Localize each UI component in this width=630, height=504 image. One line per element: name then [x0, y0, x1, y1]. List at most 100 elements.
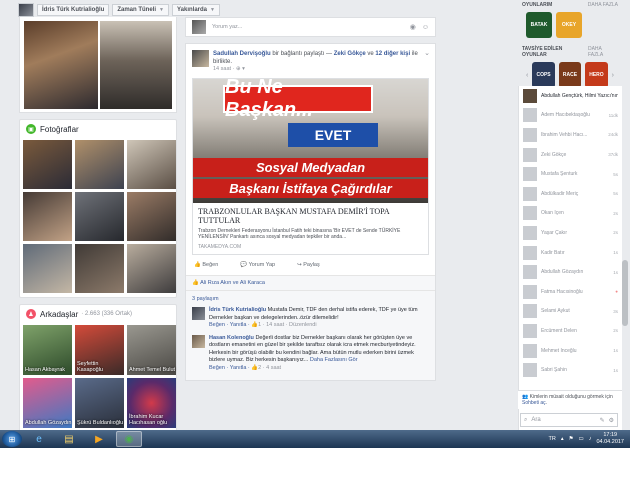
- profile-avatar-small[interactable]: [18, 2, 34, 17]
- contact-row[interactable]: Adem Hacıbektaşoğlu 11dk: [519, 106, 622, 126]
- network-icon[interactable]: ▭: [579, 436, 584, 442]
- share-button[interactable]: ↪ Paylaş: [297, 262, 320, 268]
- featured-photo[interactable]: [100, 21, 172, 109]
- post-time[interactable]: 14 saat: [213, 66, 231, 72]
- game-icon[interactable]: BATAK: [526, 12, 552, 38]
- start-button[interactable]: ⊞: [2, 431, 22, 447]
- photos-icon: ▣: [26, 124, 36, 134]
- avatar: [523, 323, 537, 338]
- avatar[interactable]: [192, 334, 205, 348]
- contact-row[interactable]: Yaşar Çakır 2s: [519, 223, 622, 243]
- contact-row[interactable]: Kadir Batır 1s: [519, 243, 622, 263]
- comment-like-reply[interactable]: Beğen · Yanıtla ·: [209, 365, 251, 371]
- share-count[interactable]: 3 paylaşım: [192, 294, 429, 307]
- ie-icon[interactable]: e: [26, 431, 52, 447]
- friend-tile[interactable]: İbrahim Kucar Hacıhasan oğlu: [127, 378, 176, 428]
- featured-photo[interactable]: [24, 21, 98, 109]
- chat-search-input[interactable]: ⌕ Ara ✎ ⚙: [520, 413, 618, 427]
- friend-tile[interactable]: Ahmet Temel Bulut: [127, 325, 176, 375]
- game-icon[interactable]: COPS: [532, 62, 555, 88]
- chevron-left-icon[interactable]: ‹: [526, 72, 528, 79]
- author-name[interactable]: Sadullah Dervişoğlu: [213, 51, 271, 57]
- comment-button[interactable]: 💬 Yorum Yap: [240, 262, 275, 268]
- post-byline: Sadullah Dervişoğlu bir bağlantı paylaşt…: [213, 50, 429, 66]
- scrollbar[interactable]: [622, 260, 628, 326]
- profile-name-link[interactable]: İdris Türk Kutrialioğlu: [37, 3, 110, 16]
- tagged-others[interactable]: 12 diğer kişi: [375, 51, 410, 57]
- volume-icon[interactable]: ♪: [589, 436, 592, 442]
- friend-tile[interactable]: Şükrü Buldanlıoğlu: [75, 378, 124, 428]
- chevron-up-icon[interactable]: ▴: [561, 436, 564, 442]
- tagged-friend[interactable]: Zeki Gökçe: [334, 51, 366, 57]
- photo-thumb[interactable]: [23, 244, 72, 293]
- photo-thumb[interactable]: [23, 192, 72, 241]
- contact-row[interactable]: Ercüment Delen 2s: [519, 321, 622, 341]
- see-more-link[interactable]: Daha Fazlasını Gör: [310, 357, 358, 363]
- photo-thumb[interactable]: [127, 140, 176, 189]
- privacy-icon[interactable]: · ⊕ ▾: [233, 66, 245, 72]
- camera-icon[interactable]: ◉: [410, 23, 416, 31]
- contact-row[interactable]: Abdullah Gençtürk, Hilmi Yazıcı'nın gönd…: [519, 86, 622, 106]
- photo-thumb[interactable]: [75, 140, 124, 189]
- contact-time: 24dk: [608, 132, 618, 138]
- shared-link[interactable]: Bu Ne Başkan... EVET Sosyal Medyadan Baş…: [192, 78, 429, 255]
- contact-time: 1s: [613, 250, 618, 256]
- photo-thumb[interactable]: [127, 192, 176, 241]
- comment-author[interactable]: İdris Türk Kutrialioğlu: [209, 307, 266, 313]
- chrome-icon[interactable]: ◉: [116, 431, 142, 447]
- chevron-down-icon[interactable]: ⌄: [424, 49, 430, 57]
- contact-row[interactable]: İbrahim Vehbi Hacı... 24dk: [519, 125, 622, 145]
- contact-row[interactable]: Fatma Hacısinoğlu ●: [519, 282, 622, 302]
- game-icon[interactable]: HERO: [585, 62, 608, 88]
- tagged-and: ve: [365, 51, 376, 57]
- comment-actions: Beğen · Yanıtla · 👍1 · 14 saat · Düzenle…: [209, 322, 429, 330]
- friend-name: Ahmet Temel Bulut: [129, 367, 176, 373]
- comment-author[interactable]: Hasan Kolenoğlu: [209, 335, 254, 341]
- comment-input[interactable]: Yorum yaz...: [212, 24, 404, 30]
- contact-row[interactable]: Sabri Şahin 1s: [519, 360, 622, 380]
- photo-thumb[interactable]: [23, 140, 72, 189]
- contact-row[interactable]: Zeki Gökçe 37dk: [519, 145, 622, 165]
- timeline-dropdown[interactable]: Zaman Tüneli ▼: [112, 3, 169, 16]
- language-indicator[interactable]: TR: [548, 436, 555, 442]
- avatar[interactable]: [192, 307, 205, 320]
- friend-tile[interactable]: Seyfettin Kasapoğlu: [75, 325, 124, 375]
- media-player-icon[interactable]: ▶: [86, 431, 112, 447]
- contact-row[interactable]: Abdullah Gözaydın 1s: [519, 262, 622, 282]
- comment-like-reply[interactable]: Beğen · Yanıtla ·: [209, 322, 251, 328]
- contact-row[interactable]: Mustafa Şenturk 5s: [519, 164, 622, 184]
- contact-row[interactable]: Abdülkadir Meriç 5s: [519, 184, 622, 204]
- compose-icon[interactable]: ✎: [600, 417, 605, 424]
- gear-icon[interactable]: ⚙: [609, 417, 614, 424]
- game-icon[interactable]: OKEY: [556, 12, 582, 38]
- center-column: Yorum yaz... ◉ ☺ ⌄ Sadullah Dervişoğlu b…: [185, 17, 436, 381]
- flag-icon[interactable]: ⚑: [569, 436, 574, 442]
- open-chat-link[interactable]: Sohbeti aç: [522, 400, 546, 406]
- like-button[interactable]: 👍 Beğen: [194, 262, 218, 268]
- contact-row[interactable]: Okan Içen 2s: [519, 204, 622, 224]
- game-icon[interactable]: RACE: [558, 62, 582, 88]
- photos-header[interactable]: ▣ Fotoğraflar: [20, 120, 176, 138]
- image-caption: Sosyal Medyadan: [193, 158, 428, 177]
- comment-composer[interactable]: Yorum yaz... ◉ ☺: [185, 17, 436, 37]
- clock[interactable]: 17:19 04.04.2017: [596, 432, 624, 446]
- chevron-right-icon[interactable]: ›: [612, 72, 614, 79]
- recent-dropdown[interactable]: Yakınlarda ▼: [171, 3, 220, 16]
- post-actions: 👍 Beğen 💬 Yorum Yap ↪ Paylaş: [186, 255, 435, 276]
- friends-header[interactable]: ♟ Arkadaşlar · 2.663 (336 Ortak): [20, 305, 176, 323]
- contact-name: Okan Içen: [541, 210, 564, 217]
- link-preview: TRABZONLULAR BAŞKAN MUSTAFA DEMİR'İ TOPA…: [193, 203, 428, 254]
- emoji-icon[interactable]: ☺: [422, 24, 429, 31]
- photo-thumb[interactable]: [75, 192, 124, 241]
- author-avatar[interactable]: [192, 50, 209, 67]
- likes-summary[interactable]: 👍 Ali Rıza Akın ve Ali Karaca: [186, 276, 435, 291]
- friend-tile[interactable]: Hasan Akbayrak: [23, 325, 72, 375]
- friend-tile[interactable]: Abdullah Gözaydın: [23, 378, 72, 428]
- my-games-more[interactable]: DAHA FAZLA: [588, 2, 618, 8]
- photo-thumb[interactable]: [75, 244, 124, 293]
- contact-row[interactable]: Selami Aykut 3s: [519, 302, 622, 322]
- rec-games-more[interactable]: DAHA FAZLA: [588, 46, 618, 58]
- folder-icon[interactable]: ▤: [56, 431, 82, 447]
- photo-thumb[interactable]: [127, 244, 176, 293]
- contact-row[interactable]: Mehmet İnceğlu 1s: [519, 341, 622, 361]
